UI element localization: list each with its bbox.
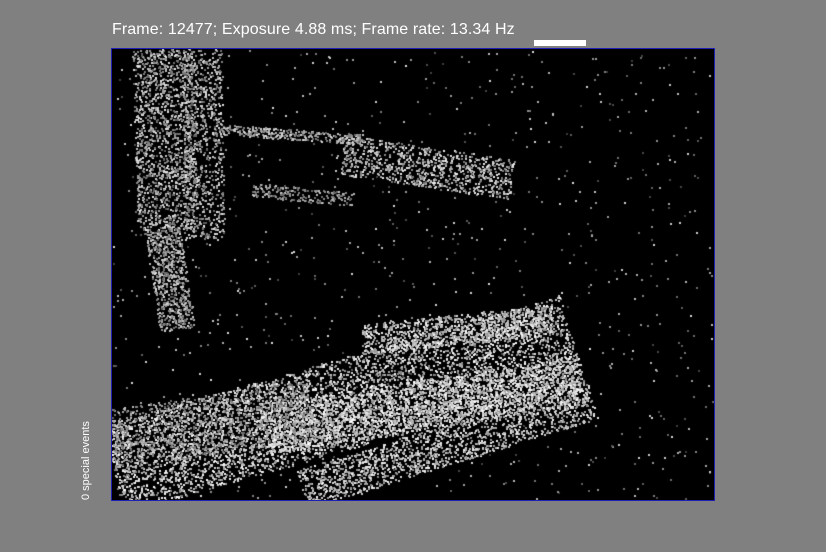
- special-events-label: 0 special events: [80, 421, 92, 500]
- event-camera-viewer: Frame: 12477; Exposure 4.88 ms; Frame ra…: [0, 0, 826, 552]
- frame-rate-indicator-bar: [534, 40, 586, 46]
- frame-status-text: Frame: 12477; Exposure 4.88 ms; Frame ra…: [112, 21, 515, 38]
- event-frame-display[interactable]: [111, 48, 715, 501]
- event-image-canvas: [112, 49, 714, 500]
